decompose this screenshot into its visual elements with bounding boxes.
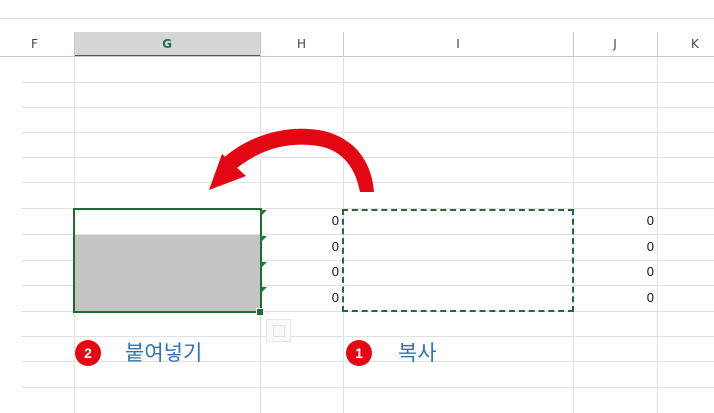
step-2-badge: 2 bbox=[75, 340, 101, 366]
spreadsheet: F G H I J K 0 0 0 0 0 0 0 0 2 붙여넣기 1 복사 bbox=[0, 0, 714, 413]
step-1-badge: 1 bbox=[346, 340, 372, 366]
step-2-label: 붙여넣기 bbox=[125, 341, 203, 365]
step-1-label: 복사 bbox=[398, 341, 437, 365]
